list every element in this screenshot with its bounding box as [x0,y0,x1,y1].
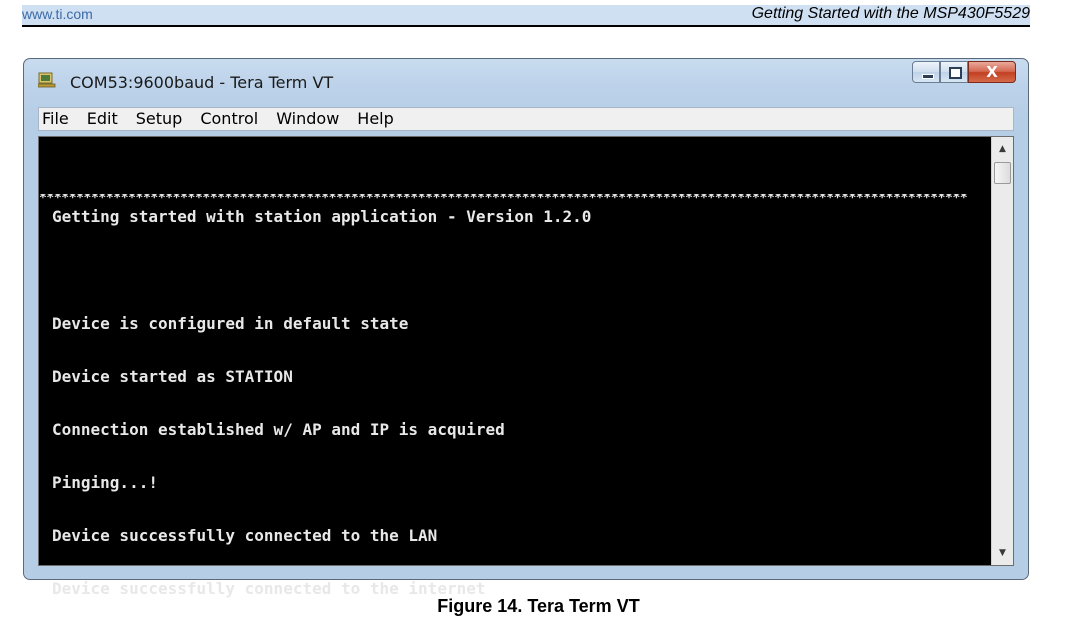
terminal-line: Device successfully connected to the LAN [52,525,438,545]
tera-term-app-icon [38,72,56,88]
tera-term-window: COM53:9600baud - Tera Term VT X File Edi… [23,58,1029,597]
terminal-separator: ****************************************… [39,194,968,204]
menu-file[interactable]: File [39,108,78,130]
terminal-screen[interactable]: Getting started with station application… [38,136,1014,597]
document-title: Getting Started with the MSP430F5529 [751,5,1030,22]
terminal-line: Device started as STATION [52,366,293,386]
terminal-line: Device is configured in default state [52,313,409,333]
terminal-line: Pinging...! [52,472,158,492]
vertical-scrollbar[interactable]: ▲ ▼ [991,137,1013,565]
menu-edit[interactable]: Edit [78,108,127,130]
menu-bar: File Edit Setup Control Window Help [38,107,1014,131]
maximize-icon [949,67,962,79]
scroll-down-icon[interactable]: ▼ [992,543,1013,563]
scroll-thumb[interactable] [994,162,1011,184]
minimize-button[interactable] [912,61,940,83]
menu-setup[interactable]: Setup [127,108,192,130]
window-controls: X [912,61,1016,85]
document-header: www.ti.com Getting Started with the MSP4… [22,5,1030,27]
close-icon: X [986,63,998,81]
menu-help[interactable]: Help [348,108,402,130]
terminal-header-line: Getting started with station application… [52,207,592,227]
figure-caption: Figure 14. Tera Term VT [437,596,640,616]
window-title: COM53:9600baud - Tera Term VT [70,73,334,92]
title-bar[interactable]: COM53:9600baud - Tera Term VT X [24,59,1028,101]
menu-control[interactable]: Control [191,108,267,130]
minimize-icon [922,74,934,79]
close-button[interactable]: X [968,61,1016,83]
site-url[interactable]: www.ti.com [22,6,93,22]
maximize-button[interactable] [940,61,968,83]
terminal-output: Getting started with station application… [52,173,992,633]
menu-window[interactable]: Window [267,108,348,130]
terminal-line: Connection established w/ AP and IP is a… [52,419,505,439]
scroll-up-icon[interactable]: ▲ [992,139,1013,159]
terminal-separator-spacer [52,262,992,280]
